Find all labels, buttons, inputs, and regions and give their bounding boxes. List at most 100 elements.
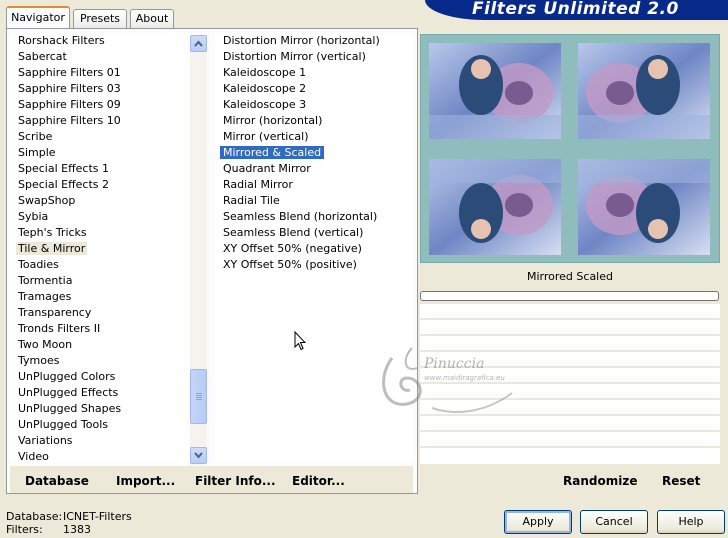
list-item[interactable]: Distortion Mirror (horizontal) (215, 33, 413, 49)
list-item-label: Quadrant Mirror (223, 162, 311, 175)
mouse-cursor-icon (294, 330, 307, 354)
list-item-label: Tronds Filters II (18, 322, 101, 335)
list-item[interactable]: Tramages (10, 289, 207, 305)
scroll-thumb[interactable] (190, 369, 207, 424)
list-item-label: Seamless Blend (horizontal) (223, 210, 378, 223)
list-item-label: XY Offset 50% (positive) (223, 258, 357, 271)
list-item[interactable]: Special Effects 1 (10, 161, 207, 177)
navigator-actions: Database Import... Filter Info... Editor… (10, 466, 413, 493)
list-item-label: Mirrored & Scaled (220, 146, 325, 159)
list-item-label: Tramages (18, 290, 72, 303)
list-item[interactable]: UnPlugged Tools (10, 417, 207, 433)
list-item[interactable]: Kaleidoscope 1 (215, 65, 413, 81)
list-item-label: Variations (18, 434, 73, 447)
svg-text:www.maidiragrafica.eu: www.maidiragrafica.eu (424, 374, 505, 382)
list-item[interactable]: Sapphire Filters 10 (10, 113, 207, 129)
list-item[interactable]: UnPlugged Effects (10, 385, 207, 401)
chevron-down-icon (194, 452, 203, 459)
tab-about[interactable]: About (130, 9, 174, 28)
list-item[interactable]: XY Offset 50% (positive) (215, 257, 413, 273)
list-item[interactable]: Mirrored & Scaled (215, 145, 413, 161)
svg-text:Pinuccia: Pinuccia (423, 356, 484, 372)
list-item-label: Simple (18, 146, 56, 159)
list-item[interactable]: Variations (10, 433, 207, 449)
list-item-label: Radial Tile (223, 194, 280, 207)
apply-button[interactable]: Apply (504, 510, 572, 534)
list-item[interactable]: Rorshack Filters (10, 33, 207, 49)
list-item[interactable]: UnPlugged Shapes (10, 401, 207, 417)
status-database-value: ICNET-Filters (63, 510, 132, 523)
list-item-label: Tile & Mirror (16, 242, 88, 255)
list-item[interactable]: Tymoes (10, 353, 207, 369)
list-item[interactable]: Radial Tile (215, 193, 413, 209)
list-item[interactable]: Transparency (10, 305, 207, 321)
list-item-label: Distortion Mirror (horizontal) (223, 34, 380, 47)
list-item-label: SwapShop (18, 194, 76, 207)
list-item[interactable]: Video (10, 449, 207, 465)
status-info: Database: ICNET-Filters Filters: 1383 (6, 510, 132, 536)
list-item[interactable]: Sapphire Filters 09 (10, 97, 207, 113)
list-item-label: Sapphire Filters 10 (18, 114, 121, 127)
list-item[interactable]: Kaleidoscope 3 (215, 97, 413, 113)
list-item[interactable]: Seamless Blend (vertical) (215, 225, 413, 241)
list-item[interactable]: XY Offset 50% (negative) (215, 241, 413, 257)
tab-navigator[interactable]: Navigator (6, 6, 70, 28)
list-item-label: Transparency (18, 306, 92, 319)
list-item[interactable]: Sapphire Filters 01 (10, 65, 207, 81)
list-item-label: Distortion Mirror (vertical) (223, 50, 366, 63)
cancel-button[interactable]: Cancel (580, 510, 648, 534)
status-database-label: Database: (6, 510, 63, 523)
list-item[interactable]: UnPlugged Colors (10, 369, 207, 385)
list-item[interactable]: SwapShop (10, 193, 207, 209)
list-item-label: Toadies (18, 258, 59, 271)
list-item[interactable]: Sapphire Filters 03 (10, 81, 207, 97)
list-item[interactable]: Quadrant Mirror (215, 161, 413, 177)
preview-actions: Randomize Reset (420, 466, 720, 493)
list-item[interactable]: Tormentia (10, 273, 207, 289)
help-button[interactable]: Help (657, 510, 725, 534)
category-scrollbar[interactable] (190, 35, 207, 465)
editor-button[interactable]: Editor... (292, 474, 345, 488)
progress-bar (420, 291, 719, 301)
list-item-label: Teph's Tricks (18, 226, 87, 239)
category-list[interactable]: Rorshack Filters Sabercat Sapphire Filters… (10, 33, 207, 463)
list-item[interactable]: Toadies (10, 257, 207, 273)
list-item[interactable]: Distortion Mirror (vertical) (215, 49, 413, 65)
list-item[interactable]: Mirror (vertical) (215, 129, 413, 145)
scroll-down-button[interactable] (190, 447, 207, 464)
preview-image (420, 34, 720, 263)
import-button[interactable]: Import... (116, 474, 175, 488)
list-item-label: Kaleidoscope 2 (223, 82, 307, 95)
list-item-label: Special Effects 1 (18, 162, 110, 175)
list-item[interactable]: Radial Mirror (215, 177, 413, 193)
list-item-label: Special Effects 2 (18, 178, 110, 191)
list-item[interactable]: Simple (10, 145, 207, 161)
filter-info-button[interactable]: Filter Info... (195, 474, 276, 488)
list-item-label: XY Offset 50% (negative) (223, 242, 362, 255)
scroll-up-button[interactable] (190, 35, 207, 52)
list-item-label: UnPlugged Colors (18, 370, 116, 383)
preview-tile (429, 43, 561, 139)
list-item-label: Kaleidoscope 1 (223, 66, 307, 79)
reset-button[interactable]: Reset (662, 474, 700, 488)
list-item[interactable]: Two Moon (10, 337, 207, 353)
tab-presets[interactable]: Presets (73, 9, 127, 28)
list-item-label: Sybia (18, 210, 49, 223)
list-item[interactable]: Special Effects 2 (10, 177, 207, 193)
list-item[interactable]: Teph's Tricks (10, 225, 207, 241)
randomize-button[interactable]: Randomize (563, 474, 637, 488)
list-item[interactable]: Tronds Filters II (10, 321, 207, 337)
list-item[interactable]: Sabercat (10, 49, 207, 65)
list-item[interactable]: Scribe (10, 129, 207, 145)
list-item[interactable]: Seamless Blend (horizontal) (215, 209, 413, 225)
list-item[interactable]: Tile & Mirror (10, 241, 207, 257)
list-item-label: Sapphire Filters 01 (18, 66, 121, 79)
status-filters-label: Filters: (6, 523, 43, 536)
database-button[interactable]: Database (25, 474, 89, 488)
list-item-label: Sapphire Filters 03 (18, 82, 121, 95)
list-item-label: Video (18, 450, 49, 463)
chevron-up-icon (194, 40, 203, 47)
list-item[interactable]: Kaleidoscope 2 (215, 81, 413, 97)
list-item[interactable]: Sybia (10, 209, 207, 225)
list-item[interactable]: Mirror (horizontal) (215, 113, 413, 129)
